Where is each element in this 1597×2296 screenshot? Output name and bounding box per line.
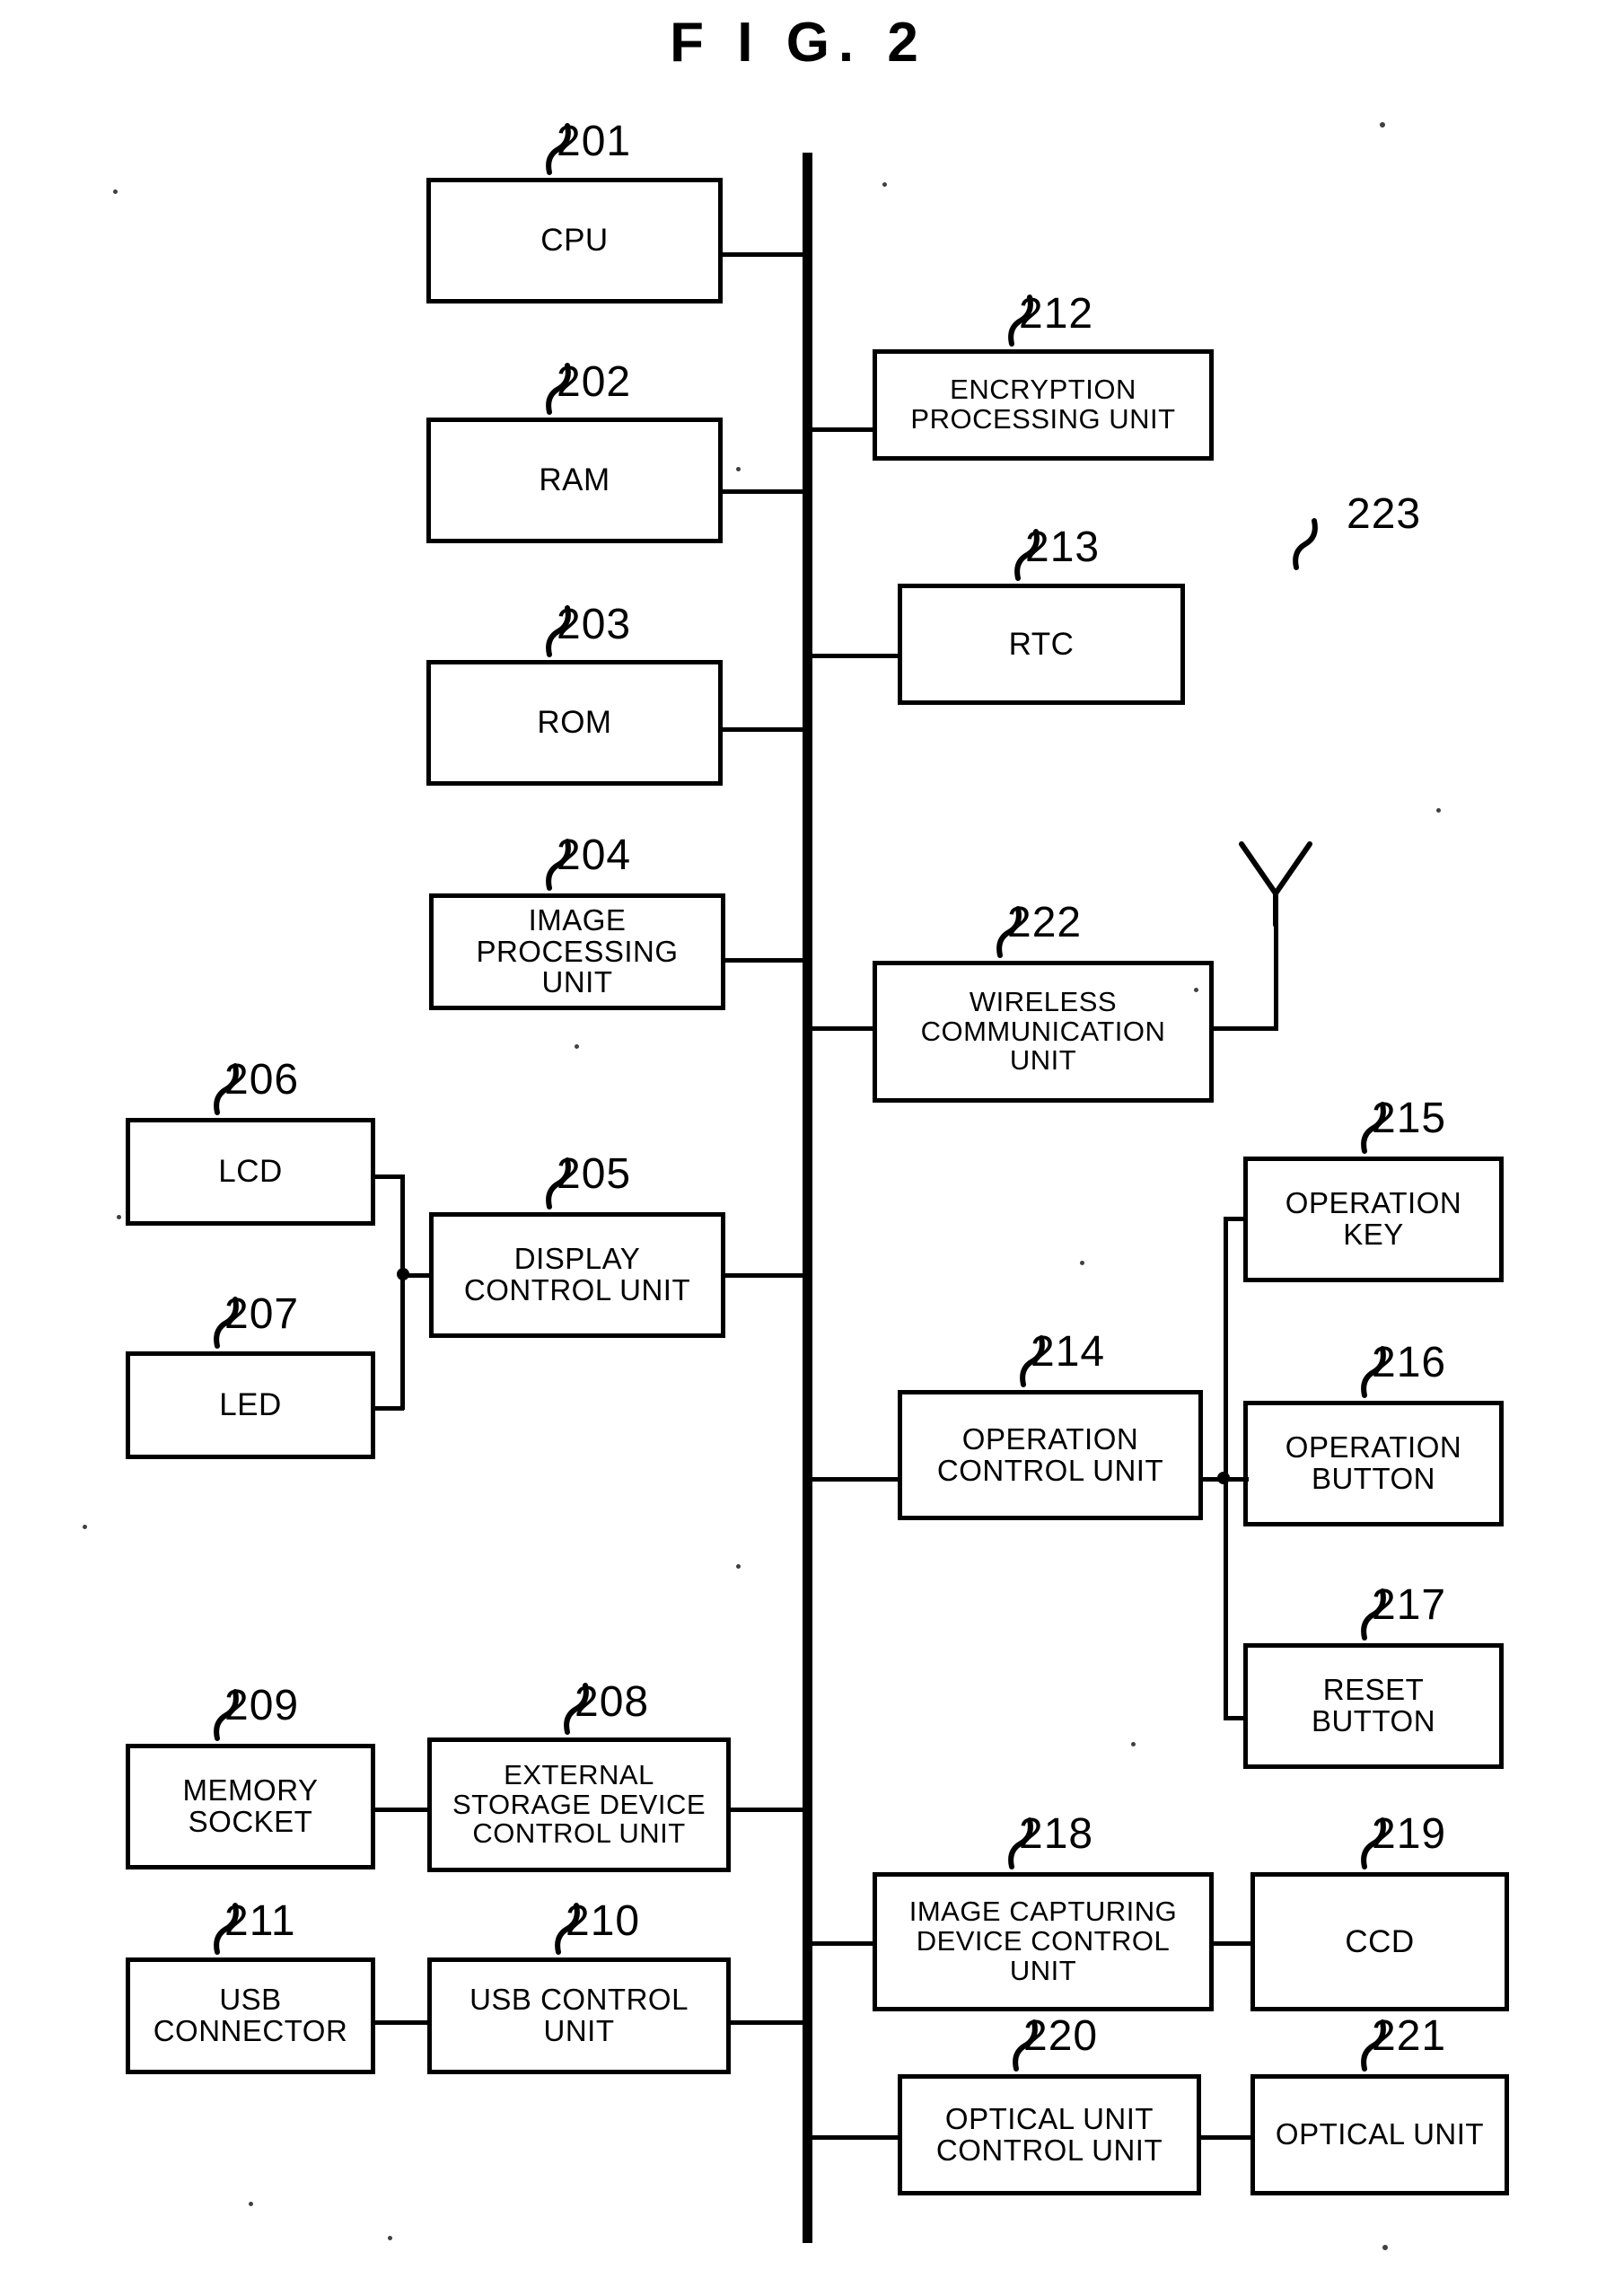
system-bus	[803, 153, 812, 2243]
wire-bus-opticalctrl	[808, 2135, 902, 2140]
wire-bus-encryption	[808, 427, 877, 432]
ref-218: 218	[1019, 1810, 1094, 1858]
wire-capturectrl-ccd	[1210, 1941, 1255, 1946]
ref-211: 211	[224, 1897, 296, 1945]
block-usb-connector: USB CONNECTOR	[126, 1957, 375, 2074]
ref-208: 208	[575, 1678, 650, 1726]
wire-cpu-bus	[718, 252, 807, 257]
wire-operation-vertical	[1224, 1217, 1228, 1720]
block-usb-control-unit: USB CONTROL UNIT	[427, 1957, 731, 2074]
ref-212: 212	[1019, 290, 1094, 338]
block-ccd: CCD	[1250, 1872, 1509, 2011]
wire-usbconn-usbctrl	[372, 2020, 431, 2025]
scan-speck	[1382, 2245, 1388, 2250]
scan-speck	[1436, 808, 1441, 813]
ref-210: 210	[566, 1897, 641, 1945]
wire-memsocket-extstorage	[372, 1808, 431, 1812]
block-image-processing-unit: IMAGE PROCESSING UNIT	[429, 893, 725, 1010]
scan-speck	[117, 1215, 121, 1219]
figure-title: F I G. 2	[670, 12, 927, 74]
wire-antenna-vertical	[1274, 923, 1278, 1029]
ref-215: 215	[1372, 1095, 1447, 1142]
wire-opticalctrl-opticalunit	[1198, 2135, 1255, 2140]
block-wireless-communication-unit: WIRELESS COMMUNICATION UNIT	[873, 961, 1214, 1103]
block-lcd: LCD	[126, 1118, 375, 1226]
block-external-storage-control-unit: EXTERNAL STORAGE DEVICE CONTROL UNIT	[427, 1737, 731, 1872]
block-memory-socket: MEMORY SOCKET	[126, 1744, 375, 1869]
wire-lcd-stub	[372, 1174, 404, 1179]
junction-dot-display	[397, 1268, 409, 1280]
ref-223: 223	[1347, 490, 1422, 538]
block-operation-control-unit: OPERATION CONTROL UNIT	[898, 1390, 1203, 1520]
scan-speck	[1380, 122, 1385, 128]
wire-bus-capturectrl	[808, 1941, 877, 1946]
wire-bus-opctrl	[808, 1477, 902, 1482]
scan-speck	[736, 467, 741, 471]
wire-displayctrl-bus	[721, 1273, 807, 1278]
block-display-control-unit: DISPLAY CONTROL UNIT	[429, 1212, 725, 1338]
scan-speck	[1194, 988, 1198, 992]
wire-imageproc-bus	[721, 958, 807, 963]
block-optical-unit: OPTICAL UNIT	[1250, 2074, 1509, 2195]
ref-207: 207	[224, 1290, 300, 1338]
wire-bus-rtc	[808, 654, 902, 658]
ref-219: 219	[1372, 1810, 1447, 1858]
block-cpu: CPU	[426, 178, 723, 303]
ref-222: 222	[1007, 899, 1083, 946]
ref-209: 209	[224, 1682, 300, 1729]
scan-speck	[575, 1044, 579, 1049]
scan-speck	[1131, 1742, 1136, 1746]
ref-205: 205	[557, 1150, 632, 1198]
block-operation-key: OPERATION KEY	[1243, 1157, 1504, 1282]
ref-216: 216	[1372, 1339, 1447, 1386]
block-image-capturing-device-control-unit: IMAGE CAPTURING DEVICE CONTROL UNIT	[873, 1872, 1214, 2011]
ref-213: 213	[1025, 523, 1101, 571]
scan-speck	[1080, 1261, 1084, 1265]
ref-201: 201	[557, 118, 632, 165]
wire-resetbutton-stub	[1224, 1716, 1248, 1720]
ref-203: 203	[557, 601, 632, 648]
ref-202: 202	[557, 358, 632, 406]
scan-speck	[113, 189, 118, 194]
block-ram: RAM	[426, 418, 723, 543]
block-led: LED	[126, 1351, 375, 1459]
wire-ram-bus	[718, 489, 807, 494]
ref-221: 221	[1372, 2012, 1447, 2060]
antenna-symbol	[1239, 841, 1312, 928]
scan-speck	[249, 2202, 253, 2206]
scan-speck	[882, 182, 887, 187]
ref-217: 217	[1372, 1581, 1447, 1629]
ref-206: 206	[224, 1056, 300, 1104]
block-encryption-processing-unit: ENCRYPTION PROCESSING UNIT	[873, 349, 1214, 461]
wire-led-stub	[372, 1406, 404, 1411]
ref-214: 214	[1031, 1328, 1106, 1376]
wire-operationkey-stub	[1224, 1217, 1248, 1221]
block-reset-button: RESET BUTTON	[1243, 1643, 1504, 1769]
block-operation-button: OPERATION BUTTON	[1243, 1401, 1504, 1526]
ref-220: 220	[1023, 2012, 1099, 2060]
wire-bus-wireless	[808, 1026, 877, 1031]
wire-wireless-antenna	[1210, 1026, 1278, 1031]
scan-speck	[736, 1564, 741, 1569]
block-rom: ROM	[426, 660, 723, 786]
wire-lcdled-vertical	[400, 1174, 405, 1410]
wire-rom-bus	[718, 727, 807, 732]
scan-speck	[83, 1525, 87, 1529]
wire-extstorage-bus	[726, 1808, 807, 1812]
scan-speck	[388, 2236, 392, 2240]
block-rtc: RTC	[898, 584, 1185, 705]
wire-usbctrl-bus	[726, 2020, 807, 2025]
block-optical-unit-control-unit: OPTICAL UNIT CONTROL UNIT	[898, 2074, 1201, 2195]
figure-canvas: F I G. 2 CPU 201 RAM 202 ROM 203 IMAGE P…	[0, 0, 1597, 2296]
ref-204: 204	[557, 831, 632, 879]
leader-223	[1293, 518, 1318, 570]
